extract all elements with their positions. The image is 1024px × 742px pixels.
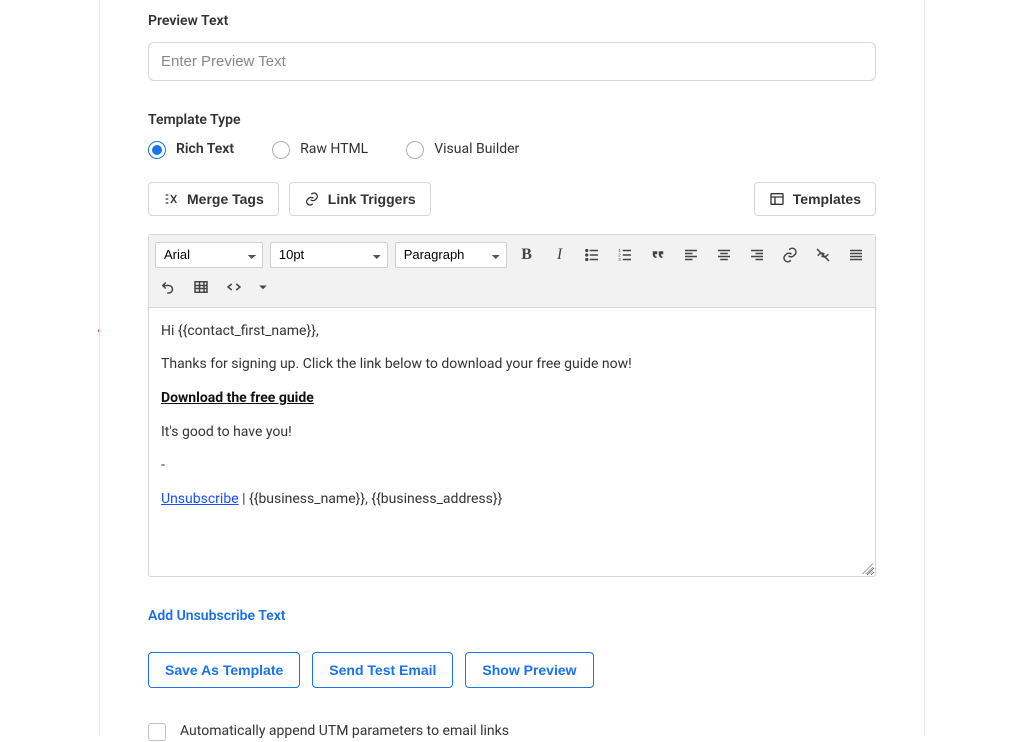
align-right-button[interactable]	[744, 242, 770, 268]
download-guide-link[interactable]: Download the free guide	[161, 390, 314, 406]
add-unsubscribe-text-link[interactable]: Add Unsubscribe Text	[148, 607, 286, 627]
font-size-select[interactable]: 10pt	[270, 242, 388, 268]
number-list-button[interactable]: 123	[612, 242, 638, 268]
align-center-button[interactable]	[711, 242, 737, 268]
code-view-button[interactable]	[221, 274, 247, 300]
radio-rich-text[interactable]: Rich Text	[148, 140, 234, 160]
undo-redo-icon[interactable]	[155, 274, 181, 300]
utm-checkbox[interactable]	[148, 723, 166, 741]
templates-button[interactable]: Templates	[754, 182, 876, 216]
merge-tags-button[interactable]: Merge Tags	[148, 182, 279, 216]
unlink-button[interactable]	[810, 242, 836, 268]
link-triggers-button[interactable]: Link Triggers	[289, 182, 431, 216]
bullet-list-button[interactable]	[579, 242, 605, 268]
more-dropdown-icon[interactable]	[254, 274, 272, 300]
radio-raw-html[interactable]: Raw HTML	[272, 140, 368, 160]
resize-handle-icon	[859, 560, 873, 574]
radio-visual-builder[interactable]: Visual Builder	[406, 140, 519, 160]
align-justify-button[interactable]	[843, 242, 869, 268]
bold-button[interactable]: B	[514, 242, 540, 268]
send-test-email-button[interactable]: Send Test Email	[312, 652, 453, 688]
editor-line[interactable]: Thanks for signing up. Click the link be…	[161, 355, 863, 375]
templates-icon	[769, 191, 785, 207]
utm-label: Automatically append UTM parameters to e…	[180, 722, 509, 742]
editor-line[interactable]: Hi {{contact_first_name}},	[161, 322, 863, 342]
editor-line[interactable]: It's good to have you!	[161, 423, 863, 443]
template-type-label: Template Type	[148, 111, 876, 131]
preview-text-input[interactable]	[148, 42, 876, 81]
template-type-radio-group: Rich Text Raw HTML Visual Builder	[148, 140, 876, 160]
show-preview-button[interactable]: Show Preview	[465, 652, 593, 688]
svg-text:3: 3	[619, 257, 622, 262]
unsubscribe-link[interactable]: Unsubscribe	[161, 491, 239, 507]
table-icon[interactable]	[188, 274, 214, 300]
paragraph-style-select[interactable]: Paragraph	[395, 242, 507, 268]
preview-text-label: Preview Text	[148, 12, 876, 32]
italic-button[interactable]: I	[547, 242, 573, 268]
save-as-template-button[interactable]: Save As Template	[148, 652, 300, 688]
insert-link-button[interactable]	[777, 242, 803, 268]
rich-text-editor: Arial 10pt Paragraph B I	[148, 234, 876, 577]
blockquote-button[interactable]	[645, 242, 671, 268]
editor-line[interactable]: -	[161, 456, 863, 476]
link-icon	[304, 191, 320, 207]
editor-footer-line: Unsubscribe | {{business_name}}, {{busin…	[161, 490, 863, 510]
align-left-button[interactable]	[678, 242, 704, 268]
editor-content-area[interactable]: Hi {{contact_first_name}}, Thanks for si…	[149, 308, 875, 576]
font-select[interactable]: Arial	[155, 242, 263, 268]
merge-tags-icon	[163, 191, 179, 207]
